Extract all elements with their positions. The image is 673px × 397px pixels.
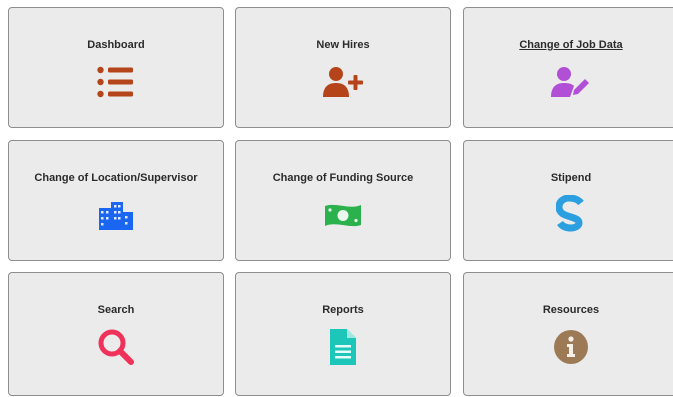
tile-new-hires[interactable]: New Hires: [235, 7, 451, 128]
add-user-icon: [323, 62, 363, 102]
tile-label: Reports: [322, 304, 364, 316]
tile-dashboard[interactable]: Dashboard: [8, 7, 224, 128]
tile-change-of-funding-source[interactable]: Change of Funding Source: [235, 140, 451, 261]
tile-search[interactable]: Search: [8, 272, 224, 396]
user-edit-icon: [551, 62, 591, 102]
tile-change-of-location-supervisor[interactable]: Change of Location/Supervisor: [8, 140, 224, 261]
search-icon: [96, 327, 136, 367]
tile-label: Stipend: [550, 172, 592, 184]
tile-label: Dashboard: [87, 39, 145, 51]
info-icon: [551, 327, 591, 367]
tile-label: Resources: [542, 304, 600, 316]
tile-label: Change of Funding Source: [272, 172, 414, 184]
tile-resources[interactable]: Resources: [463, 272, 673, 396]
tile-reports[interactable]: Reports: [235, 272, 451, 396]
tile-label: Search: [97, 304, 135, 316]
money-bill-icon: [323, 195, 363, 235]
tile-label: Change of Location/Supervisor: [34, 172, 198, 184]
tile-change-of-job-data[interactable]: Change of Job Data: [463, 7, 673, 128]
tile-label: New Hires: [316, 39, 370, 51]
list-icon: [96, 62, 136, 102]
document-icon: [323, 327, 363, 367]
tile-stipend[interactable]: Stipend: [463, 140, 673, 261]
tile-label: Change of Job Data: [519, 39, 623, 51]
building-icon: [96, 195, 136, 235]
stipend-s-icon: [551, 195, 591, 235]
